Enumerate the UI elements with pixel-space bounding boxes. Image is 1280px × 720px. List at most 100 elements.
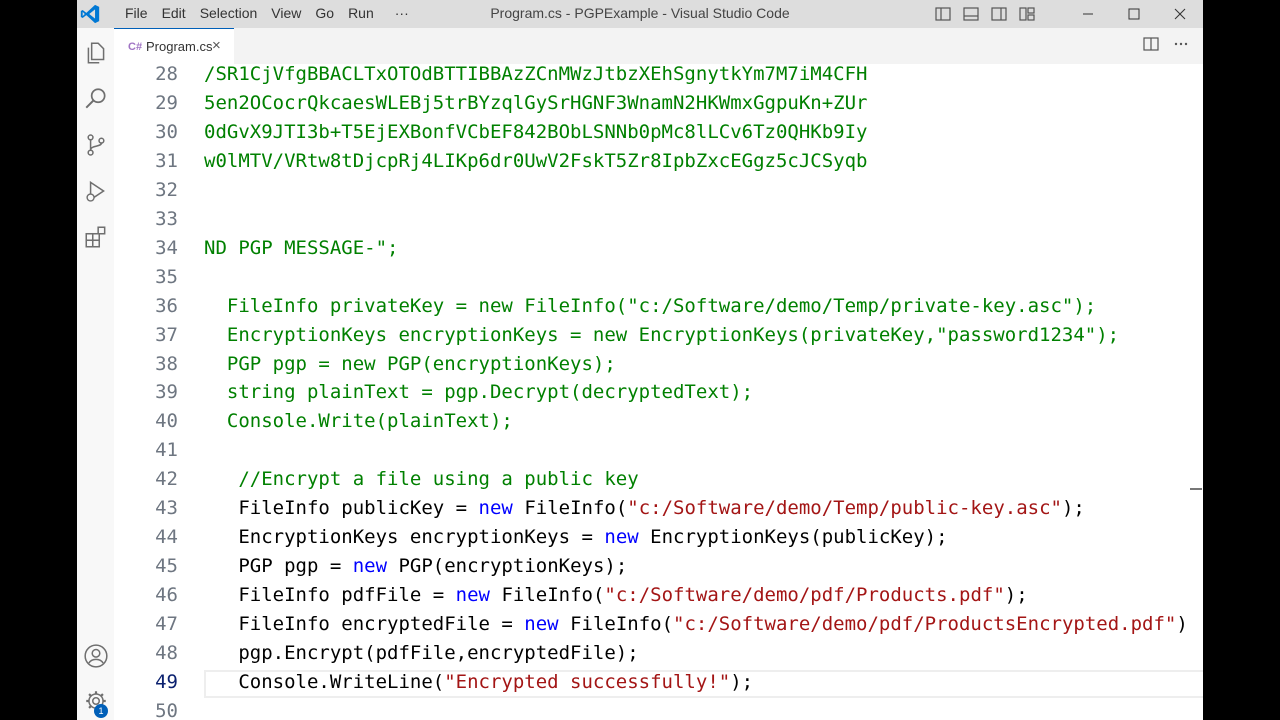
code-line[interactable]: PGP pgp = new PGP(encryptionKeys); [204,353,616,375]
line-number: 28 [155,64,178,85]
code-token: PGP(encryptionKeys); [387,555,628,578]
code-token: w0lMTV/VRtw8tDjcpRj4LIKp6dr0UwV2FskT5Zr8… [204,149,868,172]
code-editor[interactable]: 28 29 30 31 32 33 34 35 36 37 38 39 40 41 42 43 44 45 46 47… [114,64,1203,720]
files-icon[interactable] [83,40,109,66]
line-number: 50 [155,699,178,720]
line-number: 31 [155,149,178,172]
code-line[interactable]: /SR1CjVfgBBACLTxOTOdBTTIBBAzZCnMWzJtbzXE… [204,64,867,85]
line-number: 49 [155,670,178,693]
code-line[interactable]: 5en2OCocrQkcaesWLEBj5trBYzqlGySrHGNF3Wna… [204,92,867,114]
menu-more[interactable]: ··· [381,0,416,28]
vscode-window: File Edit Selection View Go Run ··· Prog… [77,0,1203,720]
toggle-panel-icon[interactable] [957,0,985,28]
code-line[interactable]: Console.WriteLine("Encrypted successfull… [204,671,753,693]
extensions-icon[interactable] [83,224,109,250]
line-number: 46 [155,584,178,607]
vscode-logo-icon[interactable] [79,3,101,25]
line-number: 48 [155,642,178,664]
minimize-button[interactable] [1065,0,1111,28]
code-token: /SR1CjVfgBBACLTxOTOdBTTIBBAzZCnMWzJtbzXE… [204,64,868,85]
code-token: //Encrypt a file using a public key [204,468,639,491]
code-token: new [352,555,388,578]
code-token: pgp.Encrypt(pdfFile,encryptedFile); [204,642,639,664]
menu-run[interactable]: Run [341,0,381,28]
menu-edit[interactable]: Edit [155,0,193,28]
line-number: 37 [155,323,178,346]
code-line[interactable]: FileInfo pdfFile = new FileInfo("c:/Soft… [204,584,1028,607]
scrollbar-position-marker[interactable] [1190,488,1202,490]
search-icon[interactable] [83,86,109,112]
code-token: FileInfo pdfFile = [204,584,456,607]
line-number: 29 [155,91,178,114]
toggle-primary-sidebar-icon[interactable] [929,0,957,28]
menu-go[interactable]: Go [308,0,341,28]
code-token: "c:/Software/demo/pdf/ProductsEncrypted.… [673,613,1177,636]
menu-file[interactable]: File [118,0,155,28]
code-line[interactable]: FileInfo encryptedFile = new FileInfo("c… [204,613,1187,636]
line-number: 44 [155,526,178,549]
code-token: EncryptionKeys(publicKey); [638,526,948,549]
editor-actions [1143,36,1189,52]
code-line[interactable]: pgp.Encrypt(pdfFile,encryptedFile); [204,642,639,664]
code-line[interactable]: string plainText = pgp.Decrypt(decrypted… [204,381,753,403]
line-number: 40 [155,410,178,433]
settings-update-badge: 1 [94,704,108,718]
title-bar: File Edit Selection View Go Run ··· Prog… [77,0,1203,28]
code-line[interactable]: w0lMTV/VRtw8tDjcpRj4LIKp6dr0UwV2FskT5Zr8… [204,150,867,172]
code-token: ); [1004,584,1028,607]
close-window-button[interactable] [1157,0,1203,28]
split-editor-icon[interactable] [1143,36,1159,52]
line-number: 36 [155,294,178,317]
editor-tab-bar: C# Program.cs × [114,28,1203,64]
code-token: new [524,613,559,636]
menu-view[interactable]: View [264,0,308,28]
code-line[interactable]: Console.Write(plainText); [204,410,513,432]
line-number: 33 [155,207,178,230]
code-line[interactable]: EncryptionKeys encryptionKeys = new Encr… [204,526,948,549]
code-line[interactable]: 0dGvX9JTI3b+T5EjEXBonfVCbEF842BObLSNNb0p… [204,121,867,143]
code-line[interactable]: ND PGP MESSAGE-"; [204,237,398,259]
account-icon[interactable] [83,643,109,669]
code-line[interactable]: //Encrypt a file using a public key [204,468,639,491]
code-token: 0dGvX9JTI3b+T5EjEXBonfVCbEF842BObLSNNb0p… [204,120,868,143]
maximize-button[interactable] [1111,0,1157,28]
more-actions-icon[interactable] [1173,36,1189,52]
code-token: new [478,497,513,520]
line-number: 35 [155,265,178,288]
code-token: "c:/Software/demo/pdf/Products.pdf" [604,584,1005,607]
code-area[interactable]: /SR1CjVfgBBACLTxOTOdBTTIBBAzZCnMWzJtbzXE… [204,64,1203,720]
code-token: Console.WriteLine( [204,670,445,693]
tab-program-cs[interactable]: C# Program.cs × [114,28,234,64]
line-number: 32 [155,178,178,201]
code-token: 5en2OCocrQkcaesWLEBj5trBYzqlGySrHGNF3Wna… [204,91,868,114]
tab-label: Program.cs [146,39,213,54]
line-number: 34 [155,236,178,259]
code-line[interactable]: EncryptionKeys encryptionKeys = new Encr… [204,324,1119,346]
toggle-secondary-sidebar-icon[interactable] [985,0,1013,28]
line-number: 41 [155,439,178,462]
run-debug-icon[interactable] [83,178,109,204]
code-line[interactable]: FileInfo privateKey = new FileInfo("c:/S… [204,295,1096,317]
code-token: FileInfo privateKey = new FileInfo("c:/S… [204,294,1097,317]
code-token: FileInfo encryptedFile = [204,613,525,636]
title-bar-controls [929,0,1203,28]
csharp-file-icon: C# [128,41,143,53]
code-line[interactable]: FileInfo publicKey = new FileInfo("c:/So… [204,497,1085,519]
line-number: 39 [155,381,178,404]
code-token: FileInfo publicKey = [204,497,479,520]
code-token: FileInfo( [512,497,628,520]
menu-bar: File Edit Selection View Go Run ··· [118,0,416,28]
customize-layout-icon[interactable] [1013,0,1041,28]
code-token: ); [1061,497,1085,520]
code-token: EncryptionKeys encryptionKeys = new Encr… [204,323,1120,346]
menu-selection[interactable]: Selection [193,0,265,28]
activity-bar: 1 [77,28,115,720]
line-number: 45 [155,555,178,578]
code-token: EncryptionKeys encryptionKeys = [204,526,605,549]
line-number: 47 [155,613,178,636]
tab-close-button[interactable]: × [212,37,221,54]
code-line[interactable]: PGP pgp = new PGP(encryptionKeys); [204,555,627,577]
source-control-icon[interactable] [83,132,109,158]
code-token: FileInfo( [490,584,605,607]
code-token: FileInfo( [558,613,674,636]
